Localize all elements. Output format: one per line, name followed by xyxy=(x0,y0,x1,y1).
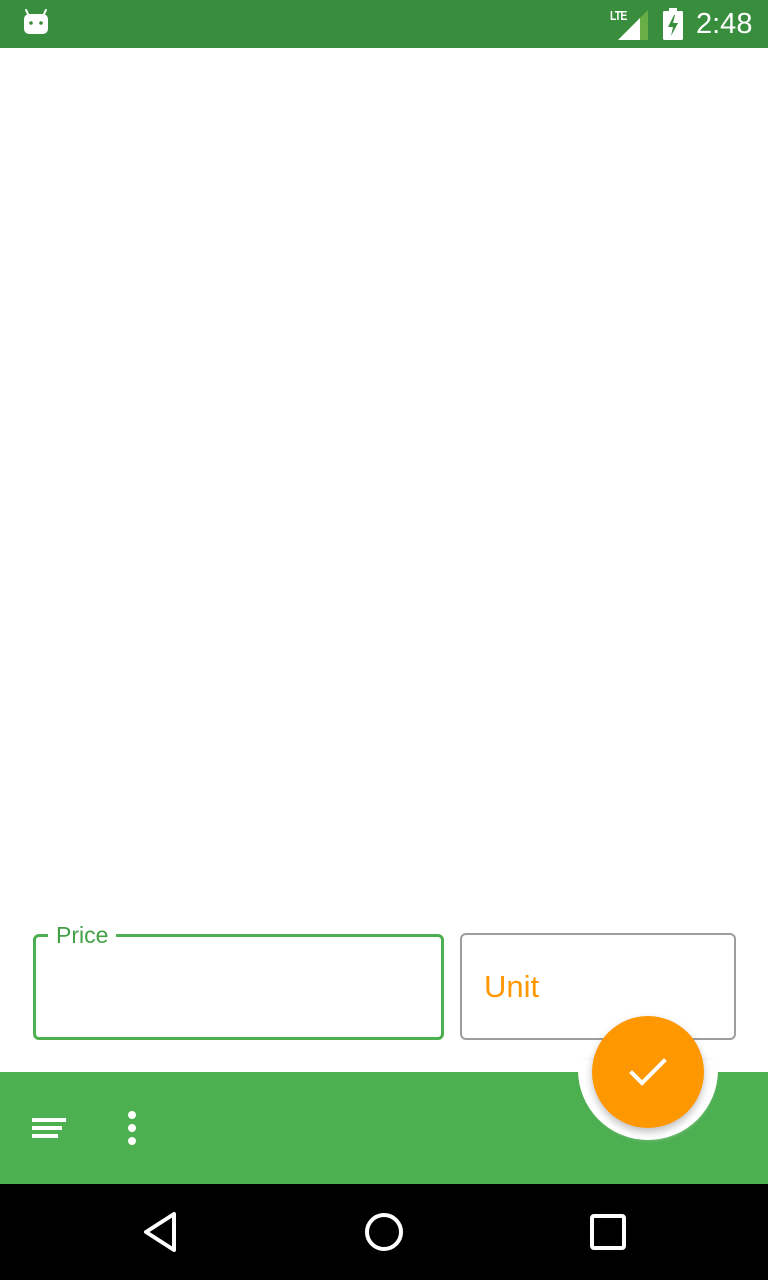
back-icon[interactable] xyxy=(140,1208,184,1256)
menu-icon[interactable] xyxy=(28,1114,68,1142)
signal-icon: LTE xyxy=(610,8,650,40)
more-vert-icon[interactable] xyxy=(120,1108,144,1148)
status-clock: 2:48 xyxy=(696,8,753,40)
battery-charging-icon xyxy=(663,8,683,40)
check-icon xyxy=(629,1058,667,1086)
unit-label: Unit xyxy=(484,969,540,1004)
unit-input[interactable]: Unit xyxy=(460,933,736,1040)
recents-icon[interactable] xyxy=(588,1212,628,1252)
confirm-fab-button[interactable] xyxy=(592,1016,704,1128)
android-debug-icon xyxy=(24,9,48,34)
price-input[interactable] xyxy=(33,934,444,1040)
app-screen: LTE 2:48 Price Unit xyxy=(0,0,768,1280)
price-label: Price xyxy=(48,922,117,948)
status-bar: LTE 2:48 xyxy=(0,0,768,48)
home-icon[interactable] xyxy=(362,1210,406,1254)
